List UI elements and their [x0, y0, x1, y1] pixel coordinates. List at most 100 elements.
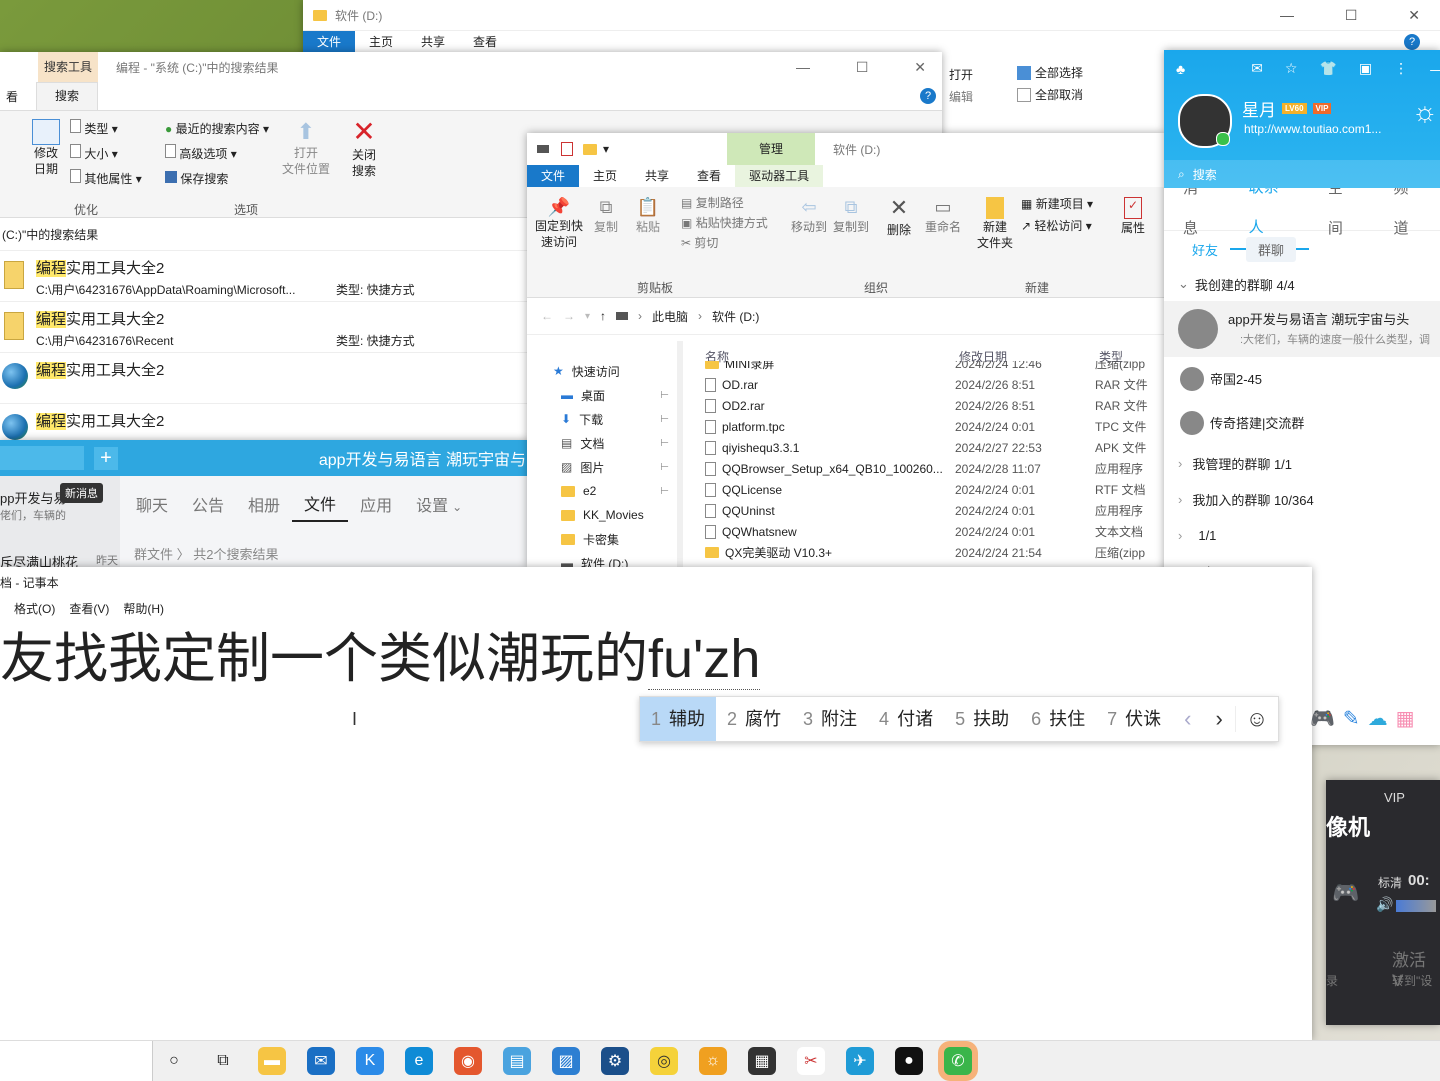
- help-icon[interactable]: ?: [920, 88, 936, 104]
- qq-search-field[interactable]: ⌕ 搜索: [1164, 160, 1440, 188]
- minimize-icon[interactable]: —: [796, 59, 810, 76]
- recorder-icon[interactable]: ◎: [650, 1047, 678, 1075]
- subtab-friends[interactable]: 好友: [1182, 237, 1228, 262]
- menu-item[interactable]: 查看(V): [69, 600, 109, 617]
- app-center-icon[interactable]: ▣: [1359, 60, 1372, 77]
- subtab-groups[interactable]: 群聊: [1246, 236, 1297, 262]
- feishu-icon[interactable]: ✈: [846, 1047, 874, 1075]
- volume-icon[interactable]: 🔊: [1376, 896, 1393, 913]
- more-icon[interactable]: ⋮: [1394, 60, 1408, 77]
- pin-icon[interactable]: ⊢: [660, 390, 669, 401]
- group-chat-window[interactable]: + app开发与易语言 潮玩宇宙与 pp开发与易 佬们，车辆的 新消息 斥尽满山…: [0, 440, 530, 570]
- tab-home[interactable]: 主页: [355, 31, 407, 53]
- ime-candidate[interactable]: 7 伏诛: [1096, 697, 1172, 741]
- task-view-icon[interactable]: ⧉: [209, 1047, 237, 1075]
- tab-view[interactable]: 看: [0, 88, 24, 105]
- apps-icon[interactable]: ▦: [1396, 706, 1415, 731]
- advanced-options-button[interactable]: 高级选项 ▾: [165, 142, 269, 167]
- select-none-button[interactable]: 全部取消: [1035, 84, 1083, 106]
- tab-file[interactable]: 文件: [303, 31, 356, 53]
- edit-button[interactable]: 编辑: [949, 86, 973, 108]
- file-row[interactable]: QX完美驱动 V10.3+ 2024/2/24 21:54 压缩(zipp: [705, 542, 1165, 563]
- maximize-icon[interactable]: ☐: [856, 59, 869, 76]
- nav-item[interactable]: ▨ 图片 ⊢: [527, 455, 677, 479]
- ime-candidate[interactable]: 4 付诸: [868, 697, 944, 741]
- skin-icon[interactable]: 👕: [1319, 60, 1336, 77]
- nav-scrollbar[interactable]: [677, 341, 683, 567]
- up-icon[interactable]: ↑: [600, 309, 606, 323]
- paste-button[interactable]: 粘贴: [633, 218, 663, 235]
- nav-item[interactable]: ⬇ 下载 ⊢: [527, 407, 677, 431]
- file-row[interactable]: OD2.rar 2024/2/26 8:51 RAR 文件: [705, 395, 1165, 416]
- sun-icon[interactable]: ☼: [699, 1047, 727, 1075]
- pin-icon[interactable]: ⊢: [660, 486, 669, 497]
- file-row[interactable]: QQWhatsnew 2024/2/24 0:01 文本文档: [705, 521, 1165, 542]
- weather-icon[interactable]: ☼: [1412, 96, 1438, 128]
- tab-share[interactable]: 共享: [631, 165, 683, 187]
- ime-candidate[interactable]: 1 辅助: [640, 697, 717, 741]
- notepad-icon[interactable]: ▤: [503, 1047, 531, 1075]
- signature[interactable]: http://www.toutiao.com1...: [1244, 122, 1381, 136]
- group-section-header[interactable]: › 1/1: [1164, 517, 1440, 553]
- tab-home[interactable]: 主页: [579, 165, 631, 187]
- file-row[interactable]: QQLicense 2024/2/24 0:01 RTF 文档: [705, 479, 1165, 500]
- tab-file[interactable]: 文件: [527, 165, 580, 187]
- group-item[interactable]: 帝国2-45: [1164, 357, 1440, 401]
- chat-tab[interactable]: 应用: [348, 493, 404, 521]
- delete-button[interactable]: 删除: [883, 221, 915, 238]
- copy-path-button[interactable]: ▤ 复制路径: [681, 193, 768, 213]
- explorer-window-d[interactable]: ▾ 管理 软件 (D:) 文件 主页 共享 查看 驱动器工具 📌 固定到快 速访…: [527, 133, 1165, 567]
- group-section-header[interactable]: › 我管理的群聊 1/1: [1164, 445, 1440, 481]
- nav-item[interactable]: ▤ 文档 ⊢: [527, 431, 677, 455]
- obs-icon[interactable]: ●: [895, 1047, 923, 1075]
- online-status-icon[interactable]: [1216, 132, 1230, 146]
- photos-icon[interactable]: ▨: [552, 1047, 580, 1075]
- open-location-button[interactable]: 打开 文件位置: [282, 145, 330, 177]
- calculator-icon[interactable]: ▦: [748, 1047, 776, 1075]
- chat-tab[interactable]: 聊天: [124, 493, 180, 521]
- pin-button[interactable]: 固定到快 速访问: [533, 218, 585, 250]
- file-row[interactable]: MINI录屏 2024/2/24 12:46 压缩(zipp: [705, 361, 1165, 374]
- new-item-button[interactable]: ▦ 新建项目 ▾: [1021, 193, 1093, 215]
- qat-dropdown-icon[interactable]: ▾: [603, 142, 609, 156]
- close-icon[interactable]: ✕: [914, 59, 926, 76]
- mail-icon[interactable]: ✉: [307, 1047, 335, 1075]
- rename-button[interactable]: 重命名: [923, 218, 963, 235]
- app-icon[interactable]: ◉: [454, 1047, 482, 1075]
- menu-item[interactable]: 格式(O): [14, 600, 55, 617]
- nav-item[interactable]: ▬ 软件 (D:): [527, 551, 677, 567]
- file-row[interactable]: QQUninst 2024/2/24 0:01 应用程序: [705, 500, 1165, 521]
- close-icon[interactable]: ✕: [1408, 7, 1420, 24]
- taskbar-search-box[interactable]: [0, 1041, 153, 1081]
- ai-icon[interactable]: ✎: [1343, 706, 1360, 731]
- back-icon[interactable]: ←: [541, 309, 553, 323]
- cut-button[interactable]: ✂ 剪切: [681, 233, 768, 253]
- notepad-text[interactable]: 友找我定制一个类似潮玩的fu'zh: [0, 623, 761, 695]
- file-row[interactable]: qiyishequ3.3.1 2024/2/27 22:53 APK 文件: [705, 437, 1165, 458]
- kk-icon[interactable]: K: [356, 1047, 384, 1075]
- save-search-button[interactable]: 保存搜索: [165, 167, 269, 192]
- quality-label[interactable]: 标清: [1378, 874, 1402, 891]
- size-button[interactable]: 大小 ▾: [70, 142, 142, 167]
- minimize-icon[interactable]: —: [1430, 61, 1440, 77]
- game-icon[interactable]: 🎮: [1310, 706, 1335, 731]
- edge-icon[interactable]: e: [405, 1047, 433, 1075]
- breadcrumb-item[interactable]: 软件 (D:): [712, 308, 759, 325]
- recent-dropdown-icon[interactable]: ▾: [585, 311, 590, 322]
- other-properties-button[interactable]: 其他属性 ▾: [70, 167, 142, 192]
- paste-shortcut-button[interactable]: ▣ 粘贴快捷方式: [681, 213, 768, 233]
- settings-icon[interactable]: ⚙: [601, 1047, 629, 1075]
- tab-view[interactable]: 查看: [683, 165, 735, 187]
- easy-access-button[interactable]: ↗ 轻松访问 ▾: [1021, 215, 1093, 237]
- copy-to-button[interactable]: 复制到: [831, 218, 871, 235]
- ime-candidate[interactable]: 5 扶助: [944, 697, 1020, 741]
- search-icon[interactable]: ○: [160, 1047, 188, 1075]
- group-section-header[interactable]: › 我加入的群聊 10/364: [1164, 481, 1440, 517]
- nav-item[interactable]: ▬ 桌面 ⊢: [527, 383, 677, 407]
- file-explorer-icon[interactable]: ▬: [258, 1047, 286, 1075]
- maximize-icon[interactable]: ☐: [1345, 7, 1358, 24]
- type-button[interactable]: 类型 ▾: [70, 117, 142, 142]
- copy-button[interactable]: 复制: [591, 218, 621, 235]
- notepad-window[interactable]: 档 - 记事本 格式(O) 查看(V) 帮助(H) 友找我定制一个类似潮玩的fu'z…: [0, 567, 1312, 1040]
- recorder-window[interactable]: VIP 像机 🎮 标清 00: 🔊 激活 V 转到"设 录: [1326, 780, 1440, 1025]
